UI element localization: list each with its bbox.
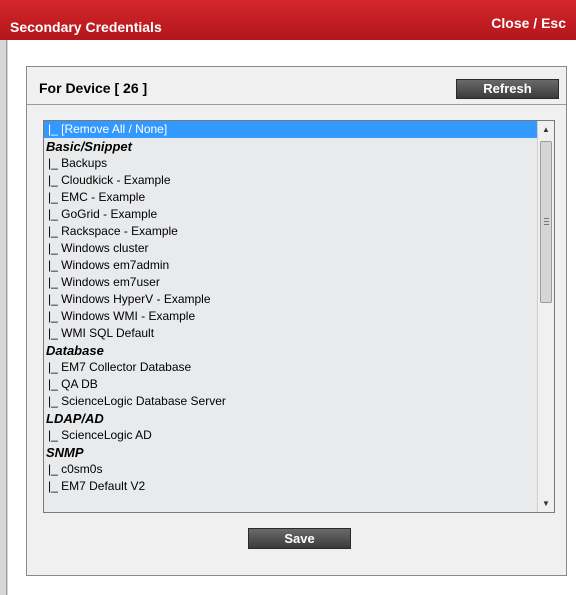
credentials-listbox[interactable]: |_ [Remove All / None] Basic/Snippet |_ … <box>43 120 555 513</box>
list-item[interactable]: |_ ScienceLogic AD <box>44 427 538 444</box>
secondary-credentials-dialog: Secondary Credentials Close / Esc For De… <box>0 0 576 595</box>
list-item[interactable]: |_ QA DB <box>44 376 538 393</box>
panel-divider <box>27 104 566 105</box>
list-item[interactable]: |_ EM7 Collector Database <box>44 359 538 376</box>
dialog-title: Secondary Credentials <box>10 19 162 35</box>
list-item[interactable]: |_ Cloudkick - Example <box>44 172 538 189</box>
list-item[interactable]: |_ c0sm0s <box>44 461 538 478</box>
refresh-button[interactable]: Refresh <box>456 79 559 99</box>
scrollbar-thumb[interactable] <box>540 141 552 303</box>
list-item[interactable]: |_ Rackspace - Example <box>44 223 538 240</box>
device-header-label: For Device [ 26 ] <box>39 80 148 96</box>
list-item[interactable]: |_ Windows em7user <box>44 274 538 291</box>
list-item[interactable]: |_ ScienceLogic Database Server <box>44 393 538 410</box>
list-item[interactable]: |_ Windows em7admin <box>44 257 538 274</box>
group-header-basic-snippet: Basic/Snippet <box>46 139 132 154</box>
group-header-snmp: SNMP <box>46 445 84 460</box>
list-item[interactable]: |_ Windows cluster <box>44 240 538 257</box>
list-item[interactable]: |_ Windows WMI - Example <box>44 308 538 325</box>
list-item[interactable]: |_ WMI SQL Default <box>44 325 538 342</box>
scrollbar-grip-icon <box>544 218 549 225</box>
list-item[interactable]: |_ EMC - Example <box>44 189 538 206</box>
save-button[interactable]: Save <box>248 528 351 549</box>
remove-all-option[interactable]: |_ [Remove All / None] <box>44 121 538 138</box>
list-item[interactable]: |_ GoGrid - Example <box>44 206 538 223</box>
credentials-list: |_ [Remove All / None] Basic/Snippet |_ … <box>44 121 538 495</box>
scroll-down-arrow-icon[interactable]: ▼ <box>538 495 554 512</box>
group-header-ldap-ad: LDAP/AD <box>46 411 104 426</box>
dialog-titlebar: Secondary Credentials Close / Esc <box>0 0 576 40</box>
list-item[interactable]: |_ EM7 Default V2 <box>44 478 538 495</box>
list-item[interactable]: |_ Windows HyperV - Example <box>44 291 538 308</box>
credentials-panel: For Device [ 26 ] Refresh |_ [Remove All… <box>26 66 567 576</box>
dialog-left-divider <box>6 40 7 595</box>
group-header-database: Database <box>46 343 104 358</box>
close-button[interactable]: Close / Esc <box>491 15 566 31</box>
scroll-up-arrow-icon[interactable]: ▲ <box>538 121 554 138</box>
list-scrollbar[interactable]: ▲ ▼ <box>537 121 554 512</box>
list-item[interactable]: |_ Backups <box>44 155 538 172</box>
